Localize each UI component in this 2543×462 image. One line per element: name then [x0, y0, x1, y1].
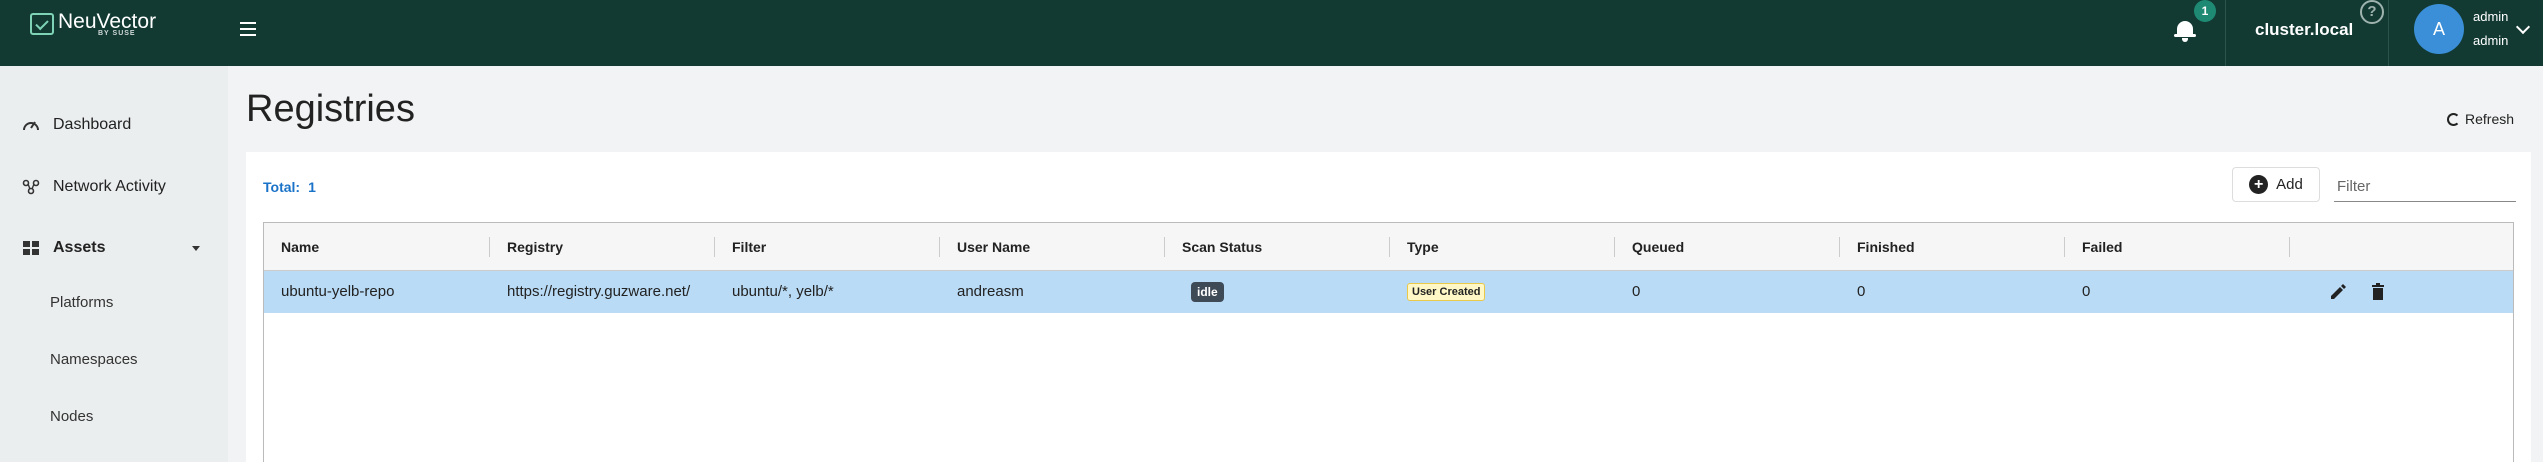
- cell-registry: https://registry.guzware.net/: [507, 283, 691, 300]
- total-label: Total:: [263, 179, 301, 195]
- cell-filter: ubuntu/*, yelb/*: [732, 283, 834, 300]
- delete-trash-icon[interactable]: [2368, 282, 2388, 302]
- sidebar-item-assets[interactable]: Assets: [0, 228, 228, 268]
- column-header-finished[interactable]: Finished: [1840, 223, 1915, 271]
- help-icon[interactable]: ?: [2360, 0, 2384, 24]
- sidebar-item-label: Assets: [53, 239, 106, 256]
- column-header-registry[interactable]: Registry: [490, 223, 563, 271]
- sidebar-item-network-activity[interactable]: Network Activity: [0, 167, 228, 207]
- add-registry-button[interactable]: + Add: [2232, 167, 2320, 202]
- column-header-filter[interactable]: Filter: [715, 223, 766, 271]
- edit-pencil-icon[interactable]: [2328, 282, 2348, 302]
- type-badge: User Created: [1407, 283, 1486, 302]
- header-divider: [2388, 0, 2389, 66]
- header-divider: [2225, 0, 2226, 66]
- cell-queued: 0: [1632, 283, 1641, 300]
- sidebar: Dashboard Network Activity Assets Platfo…: [0, 66, 228, 462]
- column-header-user-name[interactable]: User Name: [940, 223, 1030, 271]
- dashboard-icon: [22, 117, 40, 133]
- column-header-type[interactable]: Type: [1390, 223, 1439, 271]
- menu-toggle-icon[interactable]: [240, 22, 256, 36]
- notification-count-badge: 1: [2194, 0, 2216, 22]
- table-header: Name Registry Filter User Name Scan Stat…: [264, 223, 2513, 271]
- cell-scan-status: idle: [1174, 271, 1224, 313]
- neuvector-logo[interactable]: NeuVector: [30, 10, 156, 35]
- user-avatar[interactable]: A: [2414, 4, 2464, 54]
- cell-failed: 0: [2082, 283, 2091, 300]
- page-title: Registries: [246, 88, 415, 130]
- filter-input[interactable]: [2334, 172, 2516, 202]
- sidebar-item-dashboard[interactable]: Dashboard: [0, 105, 228, 145]
- add-label: Add: [2276, 176, 2303, 193]
- registries-table: Name Registry Filter User Name Scan Stat…: [263, 222, 2514, 462]
- table-row[interactable]: ubuntu-yelb-repo https://registry.guzwar…: [264, 271, 2513, 313]
- logo-subtitle: BY SUSE: [98, 30, 136, 37]
- cluster-selector[interactable]: cluster.local: [2255, 20, 2353, 40]
- user-menu-chevron-down-icon[interactable]: [2515, 19, 2531, 35]
- top-bar: NeuVector BY SUSE 1 cluster.local ? A ad…: [0, 0, 2543, 66]
- column-header-scan-status[interactable]: Scan Status: [1165, 223, 1262, 271]
- cell-user-name: andreasm: [957, 283, 1024, 300]
- user-role: admin: [2473, 33, 2509, 48]
- sidebar-item-label: Network Activity: [53, 178, 166, 195]
- notifications-bell-icon[interactable]: [2174, 19, 2196, 43]
- column-header-name[interactable]: Name: [264, 223, 319, 271]
- logo-icon: [30, 13, 54, 35]
- column-header-failed[interactable]: Failed: [2065, 223, 2122, 271]
- sidebar-item-label: Dashboard: [53, 116, 132, 133]
- user-name: admin: [2473, 9, 2509, 24]
- total-value: 1: [308, 179, 316, 195]
- assets-icon: [22, 240, 40, 256]
- refresh-button[interactable]: Refresh: [2447, 111, 2514, 127]
- plus-circle-icon: +: [2249, 175, 2269, 194]
- total-count: Total: 1: [263, 179, 316, 195]
- caret-down-icon[interactable]: [192, 245, 200, 251]
- network-icon: [22, 179, 40, 195]
- sidebar-item-namespaces[interactable]: Namespaces: [50, 351, 138, 368]
- cell-type: User Created: [1390, 271, 1486, 313]
- sidebar-item-platforms[interactable]: Platforms: [50, 294, 113, 311]
- scan-status-badge: idle: [1191, 282, 1224, 303]
- cell-name: ubuntu-yelb-repo: [281, 283, 395, 300]
- refresh-label: Refresh: [2465, 111, 2515, 127]
- refresh-icon: [2447, 112, 2460, 126]
- cell-finished: 0: [1857, 283, 1866, 300]
- registries-panel: Total: 1 + Add Name Registry Filter User …: [246, 152, 2531, 462]
- sidebar-item-nodes[interactable]: Nodes: [50, 408, 93, 425]
- column-header-queued[interactable]: Queued: [1615, 223, 1684, 271]
